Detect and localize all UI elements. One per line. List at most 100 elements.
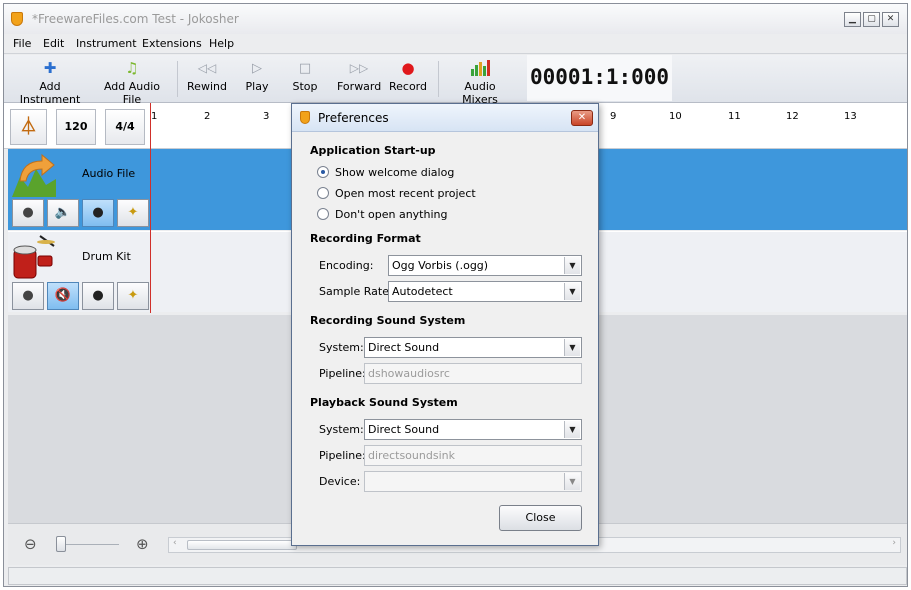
zoom-slider-handle[interactable]	[56, 536, 66, 552]
app-icon	[300, 111, 310, 124]
recording-sound-heading: Recording Sound System	[310, 314, 466, 327]
rec-pipeline-field[interactable]: dshowaudiosrc	[364, 363, 582, 384]
track-header[interactable]: Audio File ● 🔈 ● ✦	[8, 149, 151, 230]
effects-button[interactable]: ✦	[117, 199, 149, 227]
record-arm-icon: ●	[22, 205, 34, 220]
rec-system-value: Direct Sound	[368, 341, 440, 354]
effects-button[interactable]: ✦	[117, 282, 149, 310]
track-name: Audio File	[82, 167, 136, 180]
arm-record-button[interactable]: ●	[12, 282, 44, 310]
radio-circle	[317, 166, 329, 178]
radio-show-welcome[interactable]: Show welcome dialog	[317, 166, 454, 179]
recording-format-heading: Recording Format	[310, 232, 421, 245]
encoding-select[interactable]: Ogg Vorbis (.ogg) ▼	[388, 255, 582, 276]
play-pipeline-field[interactable]: directsoundsink	[364, 445, 582, 466]
record-button[interactable]: ● Record	[388, 60, 428, 94]
close-button[interactable]: Close	[499, 505, 582, 531]
scrollbar-thumb[interactable]	[187, 540, 297, 550]
track-name: Drum Kit	[82, 250, 131, 263]
forward-icon: ▷▷	[349, 61, 369, 75]
bar-number: 3	[263, 111, 270, 122]
metronome-button[interactable]: ⏃	[10, 109, 47, 145]
play-system-label: System:	[319, 423, 364, 436]
toolbar-separator	[438, 61, 439, 97]
mute-button[interactable]: 🔇	[47, 282, 79, 310]
app-icon	[11, 12, 23, 26]
sample-rate-label: Sample Rate:	[319, 285, 393, 298]
track-header[interactable]: Drum Kit ● 🔇 ● ✦	[8, 232, 151, 312]
sample-rate-value: Autodetect	[392, 285, 453, 298]
chevron-down-icon: ▼	[564, 257, 580, 274]
mute-button[interactable]: 🔈	[47, 199, 79, 227]
add-audio-file-button[interactable]: ♫ Add Audio File	[96, 59, 168, 107]
solo-button[interactable]: ●	[82, 282, 114, 310]
stop-label: Stop	[292, 80, 318, 93]
rewind-icon: ◁◁	[197, 61, 217, 75]
chevron-down-icon: ▼	[564, 473, 580, 490]
close-window-button[interactable]: ✕	[882, 12, 899, 27]
sample-rate-select[interactable]: Autodetect ▼	[388, 281, 582, 302]
audio-mixers-button[interactable]: Audio Mixers	[447, 60, 513, 106]
play-pipeline-label: Pipeline:	[319, 449, 366, 462]
stop-button[interactable]: □ Stop	[290, 60, 320, 93]
bar-number: 13	[844, 111, 857, 122]
menu-extensions[interactable]: Extensions	[142, 37, 202, 50]
time-signature-button[interactable]: 4/4	[105, 109, 145, 145]
audio-file-icon: ♫	[125, 59, 139, 77]
preferences-dialog: Preferences ✕ Application Start-up Show …	[291, 103, 599, 546]
zoom-slider-track[interactable]	[57, 544, 119, 545]
device-label: Device:	[319, 475, 361, 488]
forward-button[interactable]: ▷▷ Forward	[337, 60, 381, 93]
bar-number: 11	[728, 111, 741, 122]
maximize-button[interactable]: ▢	[863, 12, 880, 27]
bar-number: 2	[204, 111, 211, 122]
record-arm-icon: ●	[22, 288, 34, 303]
rec-system-select[interactable]: Direct Sound ▼	[364, 337, 582, 358]
zoom-in-icon[interactable]: ⊕	[136, 535, 149, 553]
scroll-left-icon[interactable]: ‹	[173, 538, 177, 548]
playhead[interactable]	[150, 103, 151, 313]
magic-wand-icon: ✦	[127, 205, 139, 220]
minimize-button[interactable]: ▁	[844, 12, 861, 27]
add-instrument-button[interactable]: ✚ Add Instrument	[10, 60, 90, 107]
magic-wand-icon: ✦	[127, 288, 139, 303]
toolbar-separator	[177, 61, 178, 97]
person-icon: ●	[92, 205, 104, 220]
metronome-icon: ⏃	[20, 117, 37, 137]
rewind-button[interactable]: ◁◁ Rewind	[186, 60, 228, 93]
play-label: Play	[245, 80, 269, 93]
rec-system-label: System:	[319, 341, 364, 354]
person-icon: ●	[92, 288, 104, 303]
radio-label: Show welcome dialog	[335, 166, 455, 179]
playback-sound-heading: Playback Sound System	[310, 396, 458, 409]
dialog-title-bar[interactable]: Preferences ✕	[292, 104, 598, 132]
menu-instrument[interactable]: Instrument	[76, 37, 137, 50]
solo-button[interactable]: ●	[82, 199, 114, 227]
chevron-down-icon: ▼	[564, 283, 580, 300]
encoding-label: Encoding:	[319, 259, 374, 272]
menu-edit[interactable]: Edit	[43, 37, 64, 50]
position-counter: 00001:1:000	[527, 55, 672, 101]
play-system-select[interactable]: Direct Sound ▼	[364, 419, 582, 440]
rewind-label: Rewind	[187, 80, 227, 93]
menu-bar: File Edit Instrument Extensions Help	[4, 34, 907, 54]
play-button[interactable]: ▷ Play	[242, 60, 272, 93]
radio-open-nothing[interactable]: Don't open anything	[317, 208, 447, 221]
arm-record-button[interactable]: ●	[12, 199, 44, 227]
radio-label: Open most recent project	[335, 187, 476, 200]
menu-file[interactable]: File	[13, 37, 31, 50]
bar-number: 9	[610, 111, 617, 122]
radio-open-recent[interactable]: Open most recent project	[317, 187, 476, 200]
rec-pipeline-label: Pipeline:	[319, 367, 366, 380]
device-select[interactable]: ▼	[364, 471, 582, 492]
menu-help[interactable]: Help	[209, 37, 234, 50]
zoom-out-icon[interactable]: ⊖	[24, 535, 37, 553]
scroll-right-icon[interactable]: ›	[892, 538, 896, 548]
record-label: Record	[388, 80, 427, 93]
tempo-button[interactable]: 120	[56, 109, 96, 145]
play-icon: ▷	[252, 61, 262, 76]
dialog-close-button[interactable]: ✕	[571, 110, 593, 126]
audio-file-track-icon	[12, 151, 56, 197]
forward-label: Forward	[337, 80, 382, 93]
speaker-icon: 🔈	[54, 205, 72, 220]
